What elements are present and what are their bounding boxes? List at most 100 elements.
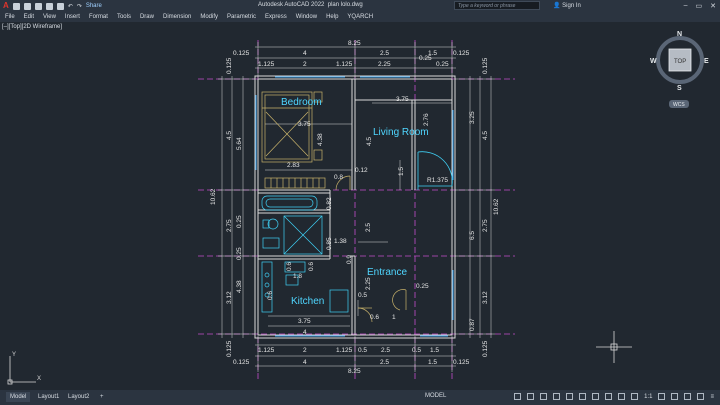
dim-text: 0.25 — [419, 55, 432, 62]
transparency-icon[interactable] — [605, 393, 613, 400]
tab-layout2[interactable]: Layout2 — [64, 392, 93, 402]
dim-text: 1.125 — [258, 347, 275, 354]
dim-text: 6.5 — [469, 231, 476, 240]
isolate-icon[interactable] — [684, 393, 692, 400]
dim-text: 0.125 — [226, 57, 233, 74]
dim-text: 0.6 — [286, 262, 293, 271]
dim-text: 0.8 — [334, 174, 343, 181]
dim-text: 0.125 — [453, 359, 470, 366]
dim-text: 2.5 — [380, 359, 389, 366]
ortho-icon[interactable] — [540, 393, 548, 400]
dim-text: 1.38 — [334, 238, 347, 245]
dim-text: 0.5 — [358, 292, 367, 299]
snap-icon[interactable] — [527, 393, 535, 400]
viewcube[interactable]: TOP N S W E WCS — [650, 31, 709, 108]
fullscreen-icon[interactable] — [697, 393, 705, 400]
dim-text: 2.5 — [365, 223, 372, 232]
dim-text: 2.75 — [226, 219, 233, 232]
wardrobe — [264, 177, 326, 189]
osnap-icon[interactable] — [566, 393, 574, 400]
polar-icon[interactable] — [553, 393, 561, 400]
add-layout-icon[interactable]: + — [96, 392, 108, 402]
dim-text: 8.25 — [348, 40, 361, 47]
dim-text: 3.75 — [396, 96, 409, 103]
dim-text: 2.76 — [423, 113, 430, 126]
annotation-visibility-icon[interactable] — [631, 393, 639, 400]
dim-text: 5.64 — [236, 137, 243, 150]
dim-text: 2 — [303, 61, 307, 68]
tab-model[interactable]: Model — [6, 392, 31, 402]
dim-text: 2 — [303, 347, 307, 354]
dim-text: 4 — [303, 359, 307, 366]
dim-text: 8.25 — [348, 368, 361, 375]
status-bar: Model Layout1 Layout2 + MODEL 1:1 ≡ — [0, 390, 720, 405]
dim-text: 2.75 — [482, 219, 489, 232]
dim-text: 0.125 — [482, 57, 489, 74]
dim-text: 0.125 — [453, 50, 470, 57]
dim-text: 0.12 — [355, 167, 368, 174]
dim-text: 3.12 — [226, 291, 233, 304]
bathroom-fixtures — [261, 195, 323, 255]
customize-menu-icon[interactable]: ≡ — [710, 394, 714, 400]
wcs-label: WCS — [673, 102, 685, 108]
room-label-living: Living Room — [373, 127, 429, 138]
dim-text: 2.5 — [380, 50, 389, 57]
dim-text: 2.25 — [378, 61, 391, 68]
viewcube-north[interactable]: N — [677, 31, 682, 38]
dim-text: 2.5 — [381, 347, 390, 354]
gear-icon[interactable] — [658, 393, 666, 400]
entry-arc — [417, 151, 453, 190]
dim-text: 1.5 — [430, 347, 439, 354]
workspace-icon[interactable] — [671, 393, 679, 400]
dim-text: 4 — [303, 50, 307, 57]
dim-text: 4.38 — [317, 133, 324, 146]
dim-text: 3.12 — [482, 291, 489, 304]
dim-text: 0.9 — [346, 255, 353, 264]
axis-lines — [198, 40, 515, 380]
dim-text: 1.5 — [428, 359, 437, 366]
dim-text: 3.25 — [469, 111, 476, 124]
dim-text: 4.5 — [366, 137, 373, 146]
dim-text: 4 — [303, 329, 307, 336]
otrack-icon[interactable] — [579, 393, 587, 400]
model-space-button[interactable]: MODEL — [425, 393, 446, 399]
lineweight-icon[interactable] — [592, 393, 600, 400]
tab-layout1[interactable]: Layout1 — [34, 392, 63, 402]
dim-text: 4.38 — [236, 280, 243, 293]
grid-icon[interactable] — [514, 393, 522, 400]
dim-text: 0.6 — [370, 314, 379, 321]
room-label-entrance: Entrance — [367, 267, 407, 278]
ucs-icon — [7, 356, 36, 385]
dim-text: 0.6 — [267, 291, 274, 300]
viewcube-east[interactable]: E — [704, 58, 709, 65]
dim-text: 1.5 — [398, 167, 405, 176]
selection-cycling-icon[interactable] — [618, 393, 626, 400]
viewcube-west[interactable]: W — [650, 58, 657, 65]
dim-text: 0.5 — [358, 347, 367, 354]
dim-text: 3.75 — [298, 318, 311, 325]
dim-text: 1.125 — [336, 61, 353, 68]
dim-text: 0.125 — [233, 359, 250, 366]
dim-text: 4.5 — [226, 131, 233, 140]
dim-text: 0.25 — [416, 283, 429, 290]
crosshair-cursor — [596, 331, 632, 363]
room-label-kitchen: Kitchen — [291, 296, 324, 307]
dim-text: 2.83 — [287, 162, 300, 169]
annotation-scale[interactable]: 1:1 — [644, 394, 652, 400]
status-tools: 1:1 ≡ — [514, 393, 714, 400]
dim-text: 10.62 — [493, 198, 500, 215]
doors — [335, 175, 407, 323]
dim-text: 0.5 — [412, 347, 421, 354]
dim-text: 10.62 — [210, 188, 217, 205]
dim-text: 0.25 — [436, 61, 449, 68]
dim-text: 0.25 — [236, 247, 243, 260]
dim-text: 0.25 — [236, 215, 243, 228]
dim-text: 4.5 — [482, 131, 489, 140]
dimension-lines — [218, 42, 495, 372]
dim-text: 3.75 — [298, 121, 311, 128]
viewcube-south[interactable]: S — [677, 85, 682, 92]
viewcube-top-label: TOP — [674, 59, 686, 65]
dim-text: 1.8 — [293, 273, 302, 280]
drawing-canvas[interactable]: Bedroom Living Room Entrance Kitchen 8.2… — [0, 0, 720, 390]
dim-text: 0.85 — [326, 237, 333, 250]
